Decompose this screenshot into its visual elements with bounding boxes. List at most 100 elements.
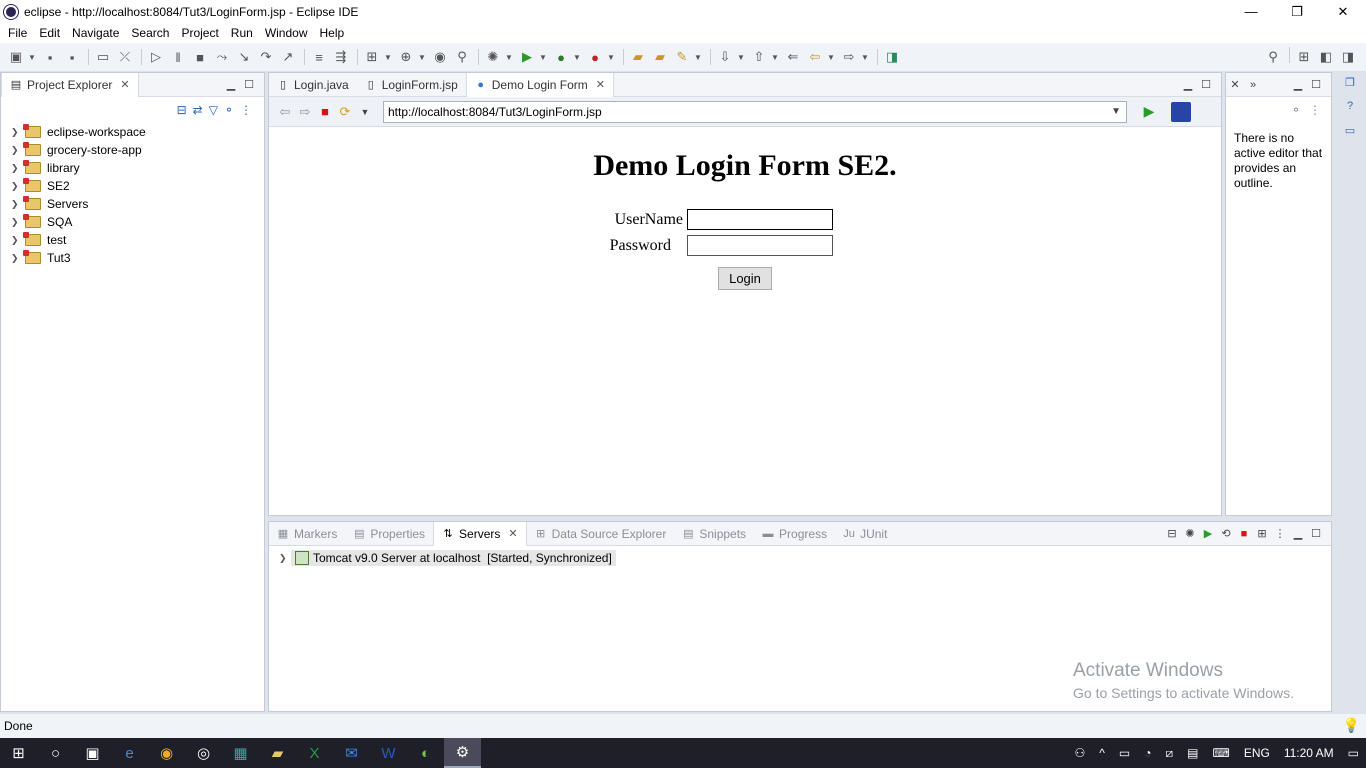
new-dropdown-icon[interactable]: ▼ (28, 47, 36, 67)
back-icon[interactable]: ⇦ (805, 47, 825, 67)
task-list-icon[interactable]: ▭ (1340, 124, 1360, 144)
pen-dropdown-icon[interactable]: ▼ (694, 47, 702, 67)
disconnect-icon[interactable]: ⤳ (212, 47, 232, 67)
app-icon[interactable]: ◐ (407, 738, 444, 768)
tree-item-se2[interactable]: ❯ SE2 (1, 177, 264, 195)
external-tools-icon[interactable]: ● (585, 47, 605, 67)
language-indicator[interactable]: ENG (1244, 746, 1270, 760)
start-server-icon[interactable]: ▶ (1199, 527, 1217, 540)
chrome-icon[interactable]: ◉ (148, 738, 185, 768)
menu-search[interactable]: Search (125, 23, 175, 43)
new-server-icon[interactable]: ⊞ (362, 47, 382, 67)
chevron-right-icon[interactable]: ❯ (11, 235, 23, 246)
word-icon[interactable]: W (370, 738, 407, 768)
chevron-up-icon[interactable]: ^ (1099, 746, 1105, 760)
go-icon[interactable]: ▶ (1139, 103, 1159, 120)
menu-file[interactable]: File (2, 23, 33, 43)
prev-annotation-dropdown-icon[interactable]: ▼ (771, 47, 779, 67)
external-tools-dropdown-icon[interactable]: ▼ (607, 47, 615, 67)
eclipse-browser-icon[interactable] (1171, 101, 1191, 122)
link-editor-icon[interactable]: ⇄ (193, 103, 203, 117)
forward-arrow-icon[interactable]: ⇨ (295, 104, 315, 120)
pin-editor-icon[interactable]: ◨ (882, 47, 902, 67)
next-annotation-icon[interactable]: ⇩ (715, 47, 735, 67)
server-entry[interactable]: Tomcat v9.0 Server at localhost [Started… (291, 550, 616, 566)
keyboard-icon[interactable]: ⌨ (1213, 746, 1230, 760)
tab-markers[interactable]: ▦ Markers (269, 522, 345, 546)
close-icon[interactable]: ✕ (596, 78, 605, 91)
tree-item-grocery-store-app[interactable]: ❯ grocery-store-app (1, 141, 264, 159)
server-tree-item[interactable]: ❯ Tomcat v9.0 Server at localhost [Start… (279, 550, 1331, 566)
coverage-icon[interactable]: ● (551, 47, 571, 67)
debug-dropdown-icon[interactable]: ▼ (505, 47, 513, 67)
menu-run[interactable]: Run (225, 23, 259, 43)
view-menu-icon[interactable]: ⋮ (240, 103, 252, 117)
media-player-icon[interactable]: ◎ (185, 738, 222, 768)
forward-icon[interactable]: ⇨ (839, 47, 859, 67)
tab-project-explorer[interactable]: ▤ Project Explorer ✕ (1, 72, 139, 97)
next-annotation-dropdown-icon[interactable]: ▼ (737, 47, 745, 67)
excel-icon[interactable]: X (296, 738, 333, 768)
forward-dropdown-icon[interactable]: ▼ (861, 47, 869, 67)
toggle-icon[interactable]: ≡ (309, 47, 329, 67)
open-type-icon[interactable]: ▰ (628, 47, 648, 67)
notifications-icon[interactable]: ▭ (1348, 746, 1359, 760)
network-icon[interactable]: ⧄ (1166, 746, 1174, 761)
tab-properties[interactable]: ▤ Properties (345, 522, 433, 546)
view-menu-icon[interactable]: ⋮ (1309, 103, 1321, 117)
prev-annotation-icon[interactable]: ⇧ (749, 47, 769, 67)
close-icon[interactable]: ✕ (1226, 78, 1244, 91)
tree-item-servers[interactable]: ❯ Servers (1, 195, 264, 213)
step-return-icon[interactable]: ↗ (278, 47, 298, 67)
back-dropdown-icon[interactable]: ▼ (827, 47, 835, 67)
tab-servers[interactable]: ⇅ Servers ✕ (433, 521, 527, 546)
java-ee-perspective-icon[interactable]: ◧ (1316, 47, 1336, 67)
back-arrow-icon[interactable]: ⇦ (275, 104, 295, 120)
tab-loginform-jsp[interactable]: ▯ LoginForm.jsp (357, 73, 466, 97)
more-views-icon[interactable]: » (1244, 79, 1262, 91)
run-dropdown-icon[interactable]: ▼ (539, 47, 547, 67)
use-step-filters-icon[interactable]: ⇶ (331, 47, 351, 67)
store-icon[interactable]: ▣ (74, 738, 111, 768)
skip-breakpoints-icon[interactable]: ⤫ (115, 47, 135, 67)
password-input[interactable] (687, 235, 833, 256)
new-icon[interactable]: ▣ (6, 47, 26, 67)
storage-icon[interactable]: ▤ (1187, 746, 1198, 760)
tree-item-tut3[interactable]: ❯ Tut3 (1, 249, 264, 267)
calculator-icon[interactable]: ▦ (222, 738, 259, 768)
debug-icon[interactable]: ✺ (483, 47, 503, 67)
chevron-right-icon[interactable]: ❯ (11, 253, 23, 264)
menu-edit[interactable]: Edit (33, 23, 66, 43)
close-icon[interactable]: ✕ (508, 527, 517, 540)
battery-icon[interactable]: ▭ (1119, 746, 1130, 760)
minimize-icon[interactable]: ▁ (1179, 78, 1197, 91)
chevron-right-icon[interactable]: ❯ (11, 127, 23, 138)
url-input[interactable] (383, 100, 1127, 123)
chevron-right-icon[interactable]: ❯ (11, 199, 23, 210)
cortana-search-icon[interactable]: ○ (37, 738, 74, 768)
open-perspective-icon[interactable]: ⊞ (1294, 47, 1314, 67)
file-explorer-icon[interactable]: ▰ (259, 738, 296, 768)
lightbulb-icon[interactable]: 💡 (1343, 717, 1360, 734)
clock[interactable]: 11:20 AM (1284, 746, 1334, 760)
close-icon[interactable]: ✕ (120, 78, 129, 91)
minimize-icon[interactable]: ▁ (222, 78, 240, 91)
chevron-right-icon[interactable]: ❯ (11, 217, 23, 228)
stop-icon[interactable]: ■ (315, 104, 335, 119)
tab-data-source-explorer[interactable]: ⊞ Data Source Explorer (527, 522, 675, 546)
tree-item-sqa[interactable]: ❯ SQA (1, 213, 264, 231)
menu-project[interactable]: Project (175, 23, 224, 43)
restore-button[interactable]: ❐ (1274, 0, 1320, 23)
last-edit-icon[interactable]: ⇐ (783, 47, 803, 67)
maximize-icon[interactable]: ☐ (240, 78, 258, 91)
coverage-dropdown-icon[interactable]: ▼ (573, 47, 581, 67)
tab-demo-login-form[interactable]: ● Demo Login Form ✕ (465, 72, 615, 97)
username-input[interactable] (687, 209, 833, 230)
publish-icon[interactable]: ⊞ (1253, 527, 1271, 540)
tree-item-eclipse-workspace[interactable]: ❯ eclipse-workspace (1, 123, 264, 141)
mail-icon[interactable]: ✉ (333, 738, 370, 768)
filter-icon[interactable]: ▽ (209, 103, 218, 117)
open-task-icon[interactable]: ▰ (650, 47, 670, 67)
tree-item-library[interactable]: ❯ library (1, 159, 264, 177)
new-java-icon[interactable]: ⊕ (396, 47, 416, 67)
